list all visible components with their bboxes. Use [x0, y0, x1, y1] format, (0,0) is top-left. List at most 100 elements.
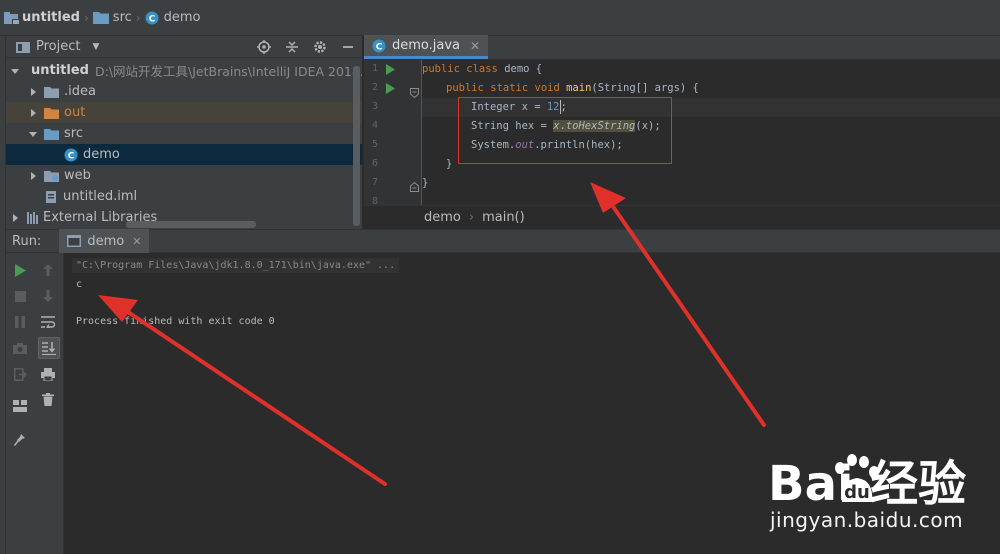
run-label: Run: [12, 233, 42, 249]
tree-item-label: demo [83, 147, 120, 162]
soft-wrap-icon[interactable] [38, 312, 58, 332]
watermark-url: jingyan.baidu.com [770, 508, 964, 532]
annotation-box [458, 97, 672, 164]
tree-item-label: .idea [64, 84, 96, 99]
horizontal-scrollbar[interactable] [126, 221, 256, 228]
down-arrow-icon[interactable] [38, 286, 58, 306]
fold-marker-icon[interactable] [410, 182, 419, 192]
close-icon[interactable]: ✕ [132, 235, 141, 248]
tree-item-out[interactable]: out [6, 102, 362, 123]
scroll-to-end-icon[interactable] [38, 337, 60, 359]
exit-icon[interactable] [10, 364, 30, 384]
chevron-right-icon[interactable] [10, 213, 20, 223]
breadcrumb-folder-label: src [112, 10, 132, 25]
run-gutter-icon[interactable] [385, 83, 395, 94]
folder-icon [92, 12, 109, 24]
minimize-icon[interactable] [340, 39, 356, 55]
tree-item-label: untitled.iml [63, 189, 138, 204]
folder-icon [44, 86, 59, 98]
code-line-7: } [422, 177, 429, 189]
code-token: (String[] args) { [591, 82, 699, 94]
chevron-down-icon[interactable] [28, 129, 38, 139]
line-number: 2 [371, 82, 378, 93]
project-panel-header: Project ▼ [6, 36, 362, 58]
chevron-down-icon[interactable] [10, 66, 20, 76]
tree-item-untitled[interactable]: untitled D:\网站开发工具\JetBrains\IntelliJ ID… [6, 60, 362, 81]
svg-text:C: C [376, 42, 383, 52]
line-number: 5 [371, 139, 378, 150]
run-panel-header: Run: demo ✕ [6, 229, 1000, 253]
project-panel: Project ▼ untitled D:\网站开发工具\JetBrains\I… [6, 36, 363, 229]
editor-gutter: 1 2 3 4 5 6 7 8 [364, 60, 422, 207]
breadcrumb-file[interactable]: C demo [145, 0, 200, 35]
run-config-icon [67, 235, 82, 247]
svg-text:du: du [844, 482, 870, 503]
breadcrumb-project[interactable]: untitled [4, 0, 80, 35]
line-number: 1 [371, 63, 378, 74]
code-token: public class [422, 63, 505, 75]
source-folder-icon [44, 128, 59, 140]
breadcrumb-separator: › [83, 10, 89, 25]
print-icon[interactable] [38, 364, 58, 384]
tree-item-idea[interactable]: .idea [6, 81, 362, 102]
chevron-right-icon[interactable] [28, 171, 38, 181]
project-path: D:\网站开发工具\JetBrains\IntelliJ IDEA 2018.2 [94, 64, 363, 79]
tree-item-src[interactable]: src [6, 123, 362, 144]
svg-text:C: C [68, 151, 75, 161]
chevron-right-icon[interactable] [28, 108, 38, 118]
vertical-scrollbar[interactable] [353, 66, 360, 226]
tree-item-label: out [64, 105, 86, 120]
java-class-icon: C [64, 148, 78, 161]
layout-icon[interactable] [10, 396, 30, 416]
tree-item-label: src [64, 126, 83, 141]
baidu-logo: Bai 经验 du [768, 454, 966, 510]
code-line-2: public static void main(String[] args) { [446, 79, 699, 98]
close-icon[interactable]: ✕ [470, 39, 480, 53]
console-command-line: "C:\Program Files\Java\jdk1.8.0_171\bin\… [72, 258, 400, 273]
project-title-label: Project [36, 39, 81, 54]
code-line-1: public class demo { [422, 60, 542, 79]
project-tree: untitled D:\网站开发工具\JetBrains\IntelliJ ID… [6, 60, 362, 228]
pause-button[interactable] [10, 312, 30, 332]
rerun-button[interactable] [10, 260, 30, 280]
editor-tab-bar: C demo.java ✕ [364, 35, 1000, 60]
run-tab-demo[interactable]: demo ✕ [59, 229, 150, 253]
breadcrumb-separator: › [135, 10, 141, 25]
trash-icon[interactable] [38, 389, 58, 409]
baidu-jingyan-watermark: Bai 经验 du jingyan.baidu.com [766, 440, 986, 540]
java-class-icon: C [372, 39, 386, 52]
console-exit-line: Process finished with exit code 0 [76, 316, 275, 327]
pin-icon[interactable] [10, 429, 30, 449]
tree-item-demo[interactable]: C demo [6, 144, 362, 165]
up-arrow-icon[interactable] [38, 260, 58, 280]
breadcrumb-project-label: untitled [22, 10, 80, 25]
tree-item-web[interactable]: web [6, 165, 362, 186]
tab-label: demo.java [392, 38, 461, 53]
console-output-line: c [76, 279, 83, 290]
editor-breadcrumb: demo › main() [364, 205, 1000, 229]
camera-icon[interactable] [10, 338, 30, 358]
web-folder-icon [44, 170, 59, 182]
collapse-all-icon[interactable] [284, 39, 300, 55]
stop-button[interactable] [10, 286, 30, 306]
breadcrumb-folder[interactable]: src [92, 0, 132, 35]
fold-marker-icon[interactable] [410, 88, 419, 98]
locate-icon[interactable] [256, 39, 272, 55]
tree-item-untitled-iml[interactable]: untitled.iml [6, 186, 362, 207]
code-line-6: } [446, 158, 453, 170]
breadcrumb-method[interactable]: main() [482, 210, 525, 225]
tab-demo-java[interactable]: C demo.java ✕ [364, 35, 489, 59]
line-number: 6 [371, 158, 378, 169]
project-view-selector[interactable]: Project ▼ [16, 39, 99, 54]
chevron-down-icon: ▼ [92, 41, 100, 52]
run-gutter-icon[interactable] [385, 64, 395, 75]
iml-file-icon [46, 190, 56, 203]
breadcrumb-class[interactable]: demo [424, 210, 461, 225]
module-icon [4, 11, 20, 25]
svg-text:C: C [148, 14, 155, 24]
code-token: demo { [504, 63, 543, 75]
code-token: main [566, 82, 592, 94]
chevron-right-icon[interactable] [28, 87, 38, 97]
libraries-icon [27, 212, 38, 224]
gear-icon[interactable] [312, 39, 328, 55]
